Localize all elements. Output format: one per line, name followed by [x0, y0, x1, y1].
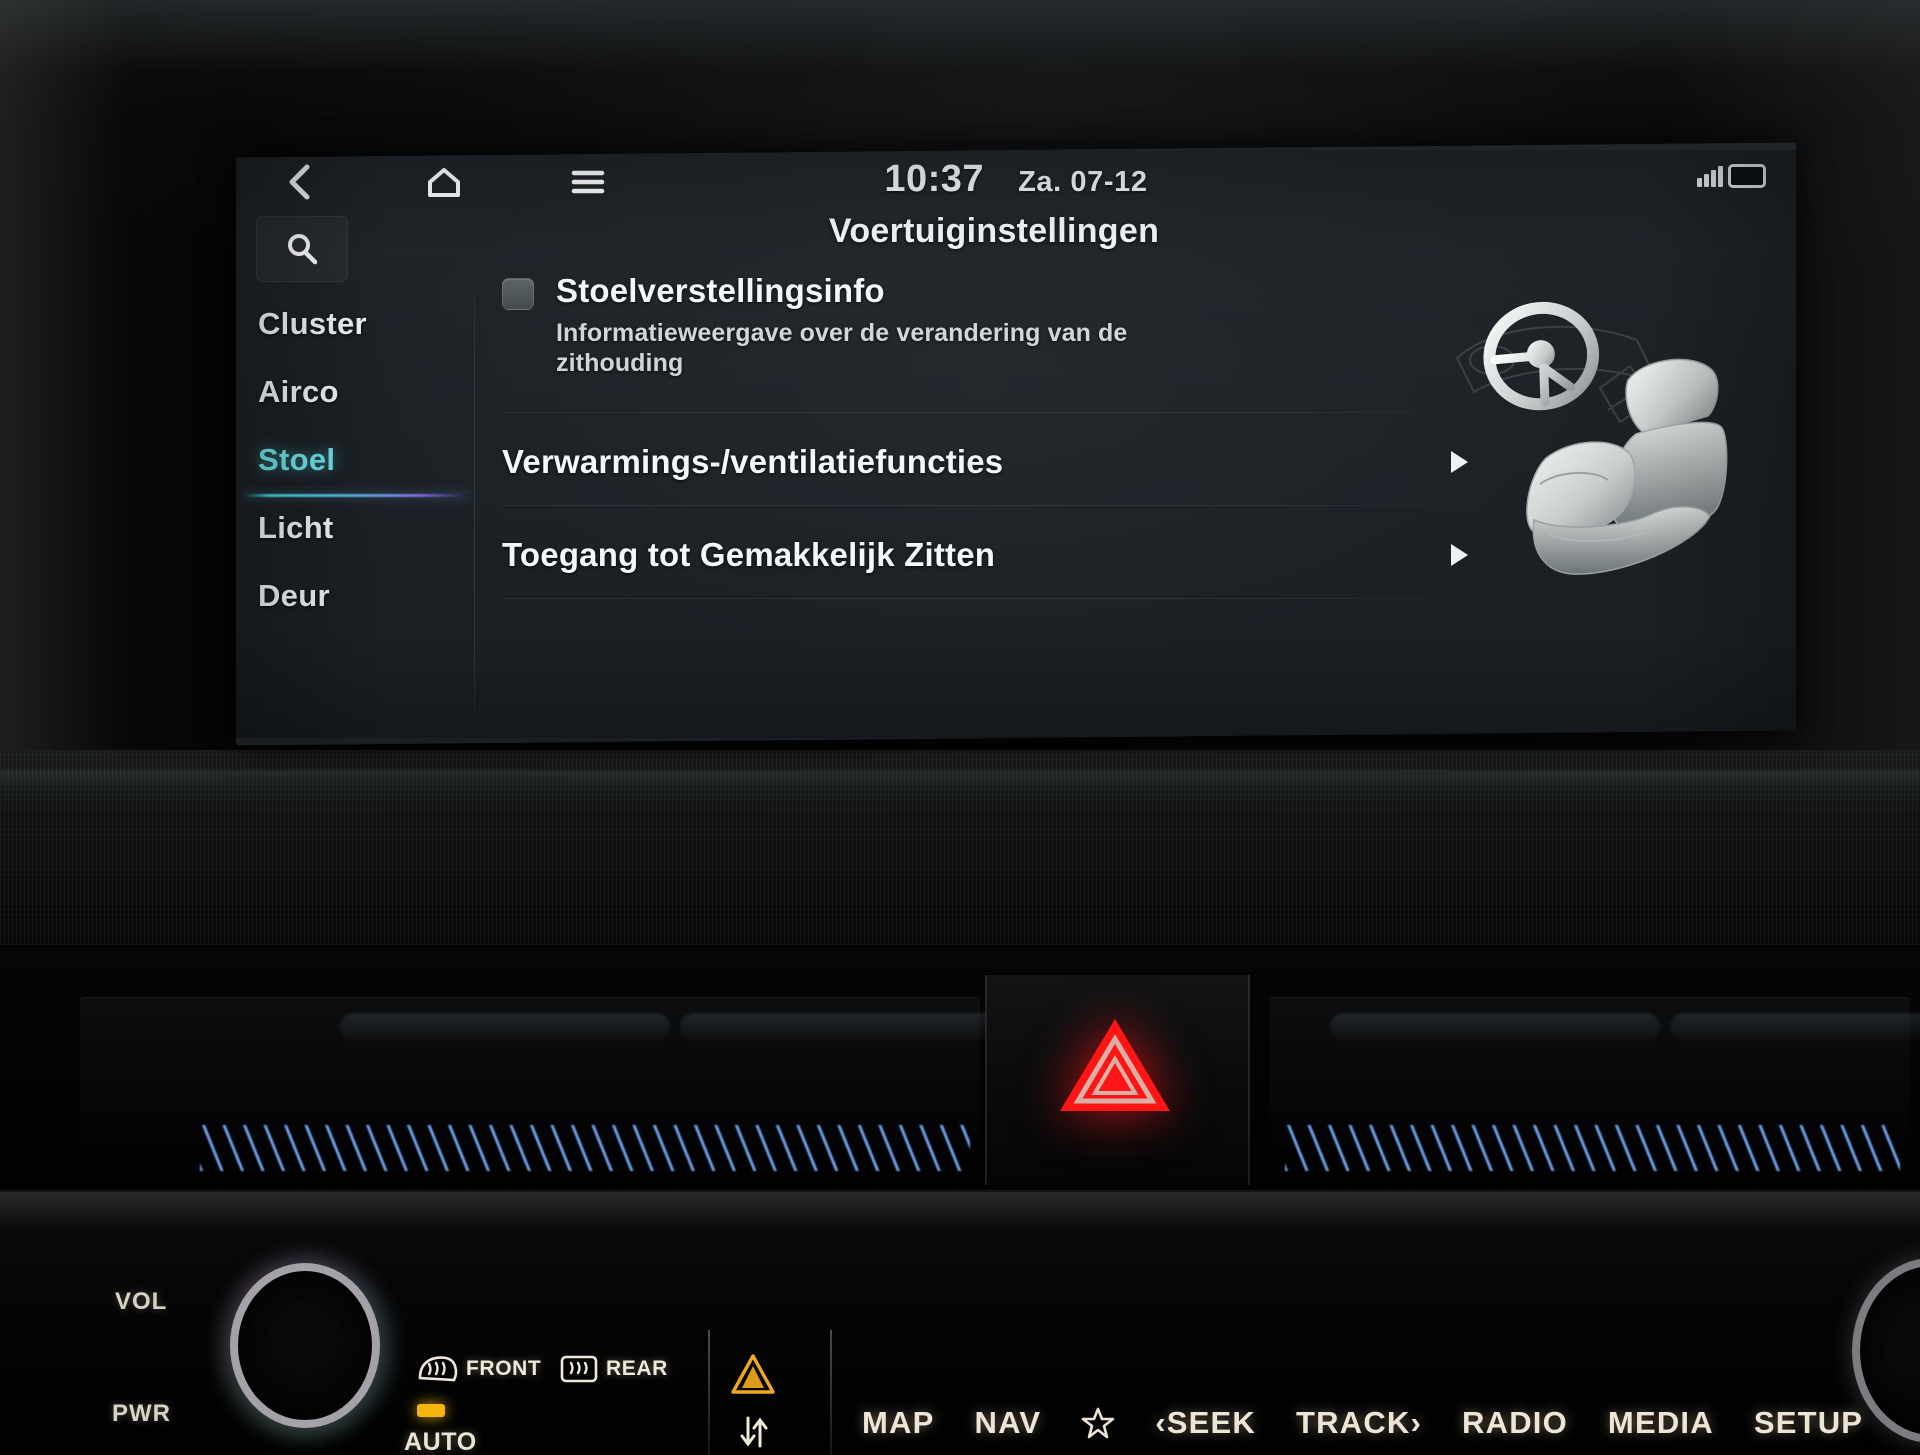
media-button[interactable]: MEDIA [1608, 1405, 1714, 1441]
settings-list: Stoelverstellingsinfo Informatieweergave… [502, 268, 1514, 599]
status-bar: 10:37 Za. 07-12 [236, 150, 1796, 212]
hazard-warning-triangle-icon [1060, 1019, 1170, 1111]
list-divider [502, 412, 1514, 413]
setting-row-stoelverstellingsinfo[interactable]: Stoelverstellingsinfo Informatieweergave… [502, 268, 1514, 378]
car-seat-and-steering-wheel-illustration [1422, 288, 1762, 608]
volume-knob[interactable] [210, 1245, 410, 1445]
search-icon [288, 234, 318, 265]
star-favorite-icon[interactable] [1081, 1406, 1115, 1440]
clock-date: Za. 07-12 [1018, 166, 1148, 198]
sidebar: Cluster Airco Stoel Licht Deur [236, 290, 474, 630]
list-divider [502, 598, 1514, 599]
stoelverstellingsinfo-checkbox[interactable] [502, 278, 534, 310]
head-unit-screen-bezel: 10:37 Za. 07-12 Voertuiginstellingen Clu… [236, 142, 1796, 746]
status-icons [1697, 164, 1766, 188]
seek-button[interactable]: ‹SEEK [1155, 1405, 1256, 1441]
auto-indicator-led [417, 1404, 445, 1417]
rear-defrost-button[interactable]: REAR [558, 1352, 668, 1386]
front-defrost-label: FRONT [466, 1357, 542, 1380]
setup-button[interactable]: SETUP [1754, 1405, 1863, 1441]
infotainment-photo: 10:37 Za. 07-12 Voertuiginstellingen Clu… [0, 0, 1920, 1455]
dashboard-left-glow [0, 0, 230, 760]
head-unit-screen: 10:37 Za. 07-12 Voertuiginstellingen Clu… [236, 142, 1796, 746]
sidebar-item-label: Stoel [258, 442, 336, 477]
setting-row-verwarming-ventilatie[interactable]: Verwarmings-/ventilatiefuncties [502, 419, 1514, 505]
radio-button[interactable]: RADIO [1462, 1405, 1568, 1441]
sidebar-item-label: Licht [258, 510, 334, 545]
sidebar-item-label: Cluster [258, 306, 367, 341]
panel-divider-right [830, 1330, 832, 1455]
signal-strength-icon [1697, 165, 1723, 187]
dashboard-texture-highlight [0, 770, 1920, 816]
volume-label: VOL [115, 1288, 168, 1315]
nav-button[interactable]: NAV [975, 1405, 1042, 1441]
auto-button[interactable]: AUTO [404, 1428, 477, 1455]
setting-row-gemakkelijk-zitten[interactable]: Toegang tot Gemakkelijk Zitten [502, 512, 1514, 598]
setting-label: Verwarmings-/ventilatiefuncties [502, 443, 1004, 480]
clock-time: 10:37 [884, 158, 985, 200]
clock-area: 10:37 Za. 07-12 [236, 158, 1796, 201]
dashboard-vents [0, 975, 1920, 1185]
panel-divider-left [708, 1330, 710, 1455]
front-defrost-button[interactable]: FRONT [416, 1352, 541, 1386]
defrost-rear-icon [560, 1355, 598, 1383]
sidebar-item-deur[interactable]: Deur [236, 562, 474, 630]
sidebar-item-licht[interactable]: Licht [236, 494, 474, 562]
ambient-light-strip-right [1285, 1125, 1900, 1171]
track-button[interactable]: TRACK› [1296, 1405, 1422, 1441]
ambient-light-strip-left [200, 1125, 970, 1171]
warning-triangle-icon[interactable] [730, 1352, 776, 1396]
power-label: PWR [112, 1400, 171, 1427]
sidebar-item-airco[interactable]: Airco [236, 358, 474, 426]
function-button-bar: MAP NAV ‹SEEK TRACK› RADIO MEDIA SETUP [862, 1405, 1863, 1441]
hazard-warning-button[interactable] [1053, 1010, 1177, 1120]
defrost-front-icon [418, 1356, 458, 1382]
sidebar-item-cluster[interactable]: Cluster [236, 290, 474, 358]
sidebar-item-label: Airco [258, 374, 339, 409]
page-title: Voertuiginstellingen [828, 212, 1160, 250]
setting-label: Toegang tot Gemakkelijk Zitten [502, 536, 996, 573]
air-recirculation-icon[interactable] [736, 1412, 772, 1452]
rear-defrost-label: REAR [606, 1357, 668, 1380]
sidebar-item-label: Deur [258, 578, 330, 613]
list-divider [502, 505, 1514, 506]
setting-label: Stoelverstellingsinfo [556, 272, 885, 309]
setting-description: Informatieweergave over de verandering v… [556, 319, 1128, 377]
search-button[interactable] [256, 216, 348, 282]
map-button[interactable]: MAP [862, 1405, 935, 1441]
sidebar-divider [474, 268, 475, 738]
battery-icon [1728, 164, 1766, 188]
sidebar-item-stoel[interactable]: Stoel [236, 426, 474, 497]
